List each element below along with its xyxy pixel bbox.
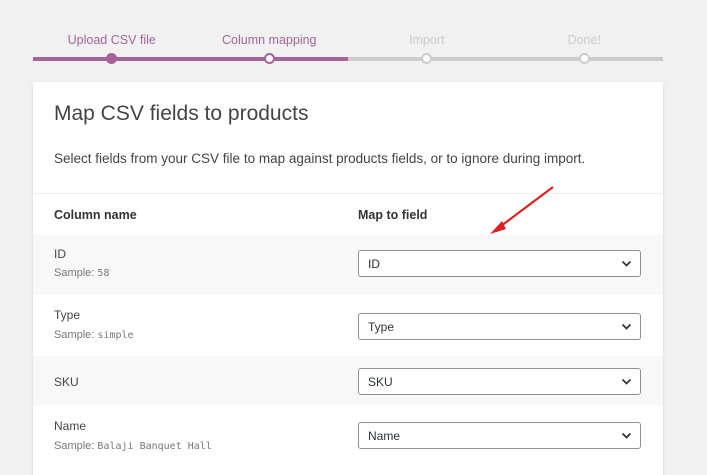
- step-dot: [578, 53, 590, 64]
- map-field-select[interactable]: Type: [358, 313, 641, 340]
- step-column-mapping: Column mapping: [190, 0, 348, 70]
- table-row: Type Sample: simple Type: [33, 295, 663, 356]
- select-value: Type: [368, 320, 395, 334]
- map-field-select[interactable]: ID: [358, 250, 641, 277]
- select-value: SKU: [368, 375, 393, 389]
- sample-label: Sample:: [54, 329, 95, 341]
- select-value: ID: [368, 257, 380, 271]
- header-map-to-field: Map to field: [358, 208, 428, 222]
- table-row: ID Sample: 58 ID: [33, 234, 663, 295]
- step-label: Done!: [567, 33, 601, 47]
- step-upload-csv: Upload CSV file: [33, 0, 191, 70]
- sample-value: Balaji Banquet Hall: [97, 441, 212, 452]
- column-name: Type: [54, 308, 81, 322]
- page-title: Map CSV fields to products: [54, 102, 309, 125]
- map-field-select[interactable]: Name: [358, 422, 641, 449]
- progress-steps: Upload CSV file Column mapping Import Do…: [33, 0, 663, 70]
- map-field-select[interactable]: SKU: [358, 368, 641, 395]
- card-description: Select fields from your CSV file to map …: [54, 151, 586, 166]
- column-sample: Sample: simple: [54, 329, 134, 341]
- column-sample: Sample: 58: [54, 267, 109, 279]
- table-row: SKU SKU: [33, 356, 663, 406]
- sample-label: Sample:: [54, 440, 95, 452]
- table-row: Name Sample: Balaji Banquet Hall Name: [33, 406, 663, 467]
- sample-value: 58: [97, 268, 110, 279]
- header-column-name: Column name: [54, 208, 137, 222]
- select-value: Name: [368, 429, 401, 443]
- chevron-down-icon: [621, 260, 632, 267]
- mapping-card: Map CSV fields to products Select fields…: [33, 82, 663, 475]
- step-dot: [106, 53, 117, 64]
- chevron-down-icon: [621, 378, 632, 385]
- step-label: Import: [409, 33, 445, 47]
- step-dot: [263, 53, 275, 64]
- chevron-down-icon: [621, 323, 632, 330]
- table-header: Column name Map to field: [33, 194, 663, 234]
- column-sample: Sample: Balaji Banquet Hall: [54, 440, 212, 452]
- step-dot: [421, 53, 432, 64]
- column-name: Name: [54, 419, 87, 433]
- step-label: Upload CSV file: [67, 33, 156, 47]
- step-label: Column mapping: [222, 33, 317, 47]
- step-import: Import: [348, 0, 506, 70]
- sample-value: simple: [97, 330, 134, 341]
- step-done: Done!: [505, 0, 663, 70]
- column-name: SKU: [54, 375, 79, 389]
- column-name: ID: [54, 247, 66, 261]
- chevron-down-icon: [621, 432, 632, 439]
- sample-label: Sample:: [54, 267, 95, 279]
